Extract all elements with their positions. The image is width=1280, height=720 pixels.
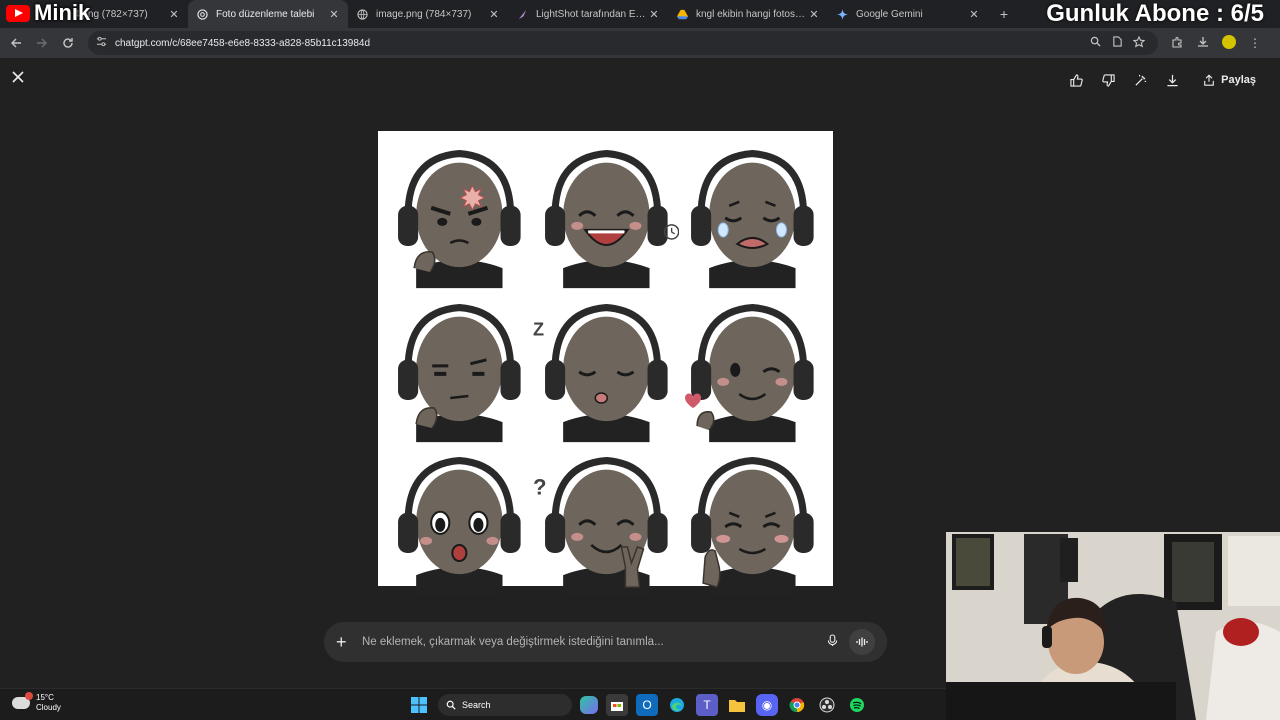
screen: 4.png (782×737) ✕ Foto düzenleme talebi …: [0, 0, 1280, 720]
file-explorer-icon[interactable]: [726, 694, 748, 716]
sticker-shocked: [386, 444, 533, 598]
page-icon[interactable]: [1106, 36, 1128, 50]
tab-title: Foto düzenleme talebi: [216, 8, 315, 20]
close-icon[interactable]: ✕: [488, 8, 500, 21]
edit-sparkle-icon[interactable]: [1129, 69, 1151, 91]
outlook-icon[interactable]: O: [636, 694, 658, 716]
store-icon[interactable]: [606, 694, 628, 716]
temperature: 15°C: [36, 693, 54, 702]
question-mark: ?: [533, 475, 547, 500]
thumbs-up-icon[interactable]: [1065, 69, 1087, 91]
drive-icon: [676, 8, 688, 20]
share-icon: [1204, 74, 1214, 86]
generated-image[interactable]: Z ?: [378, 131, 833, 596]
gemini-icon: [836, 8, 848, 20]
new-tab-button[interactable]: +: [994, 4, 1014, 24]
taskbar-search[interactable]: Search: [438, 694, 572, 716]
forward-button[interactable]: [30, 31, 54, 55]
channel-name: Minik: [34, 0, 91, 25]
waveform-icon: [856, 637, 868, 647]
chrome-icon[interactable]: [786, 694, 808, 716]
taskbar-apps: Search O T ◉: [408, 694, 868, 716]
microphone-icon[interactable]: [821, 634, 843, 650]
tab-title: LightShot tarafından Ekran Görüntüsü: [536, 8, 648, 20]
voice-mode-button[interactable]: [849, 629, 875, 655]
close-icon[interactable]: ✕: [968, 8, 980, 21]
tab-title: kngl ekibin hangi fotosu(hafif g: [696, 8, 808, 20]
address-bar[interactable]: chatgpt.com/c/68ee7458-e6e8-8333-a828-85…: [88, 31, 1158, 55]
sticker-peace: ?: [533, 444, 680, 598]
subscriber-counter: Gunluk Abone : 6/5: [1046, 0, 1264, 27]
obs-icon[interactable]: [816, 694, 838, 716]
close-icon[interactable]: ✕: [648, 8, 660, 21]
sleep-z-mark: Z: [533, 319, 544, 339]
copilot-icon[interactable]: [580, 696, 598, 714]
search-icon: [446, 700, 456, 710]
url-text: chatgpt.com/c/68ee7458-e6e8-8333-a828-85…: [115, 37, 371, 49]
close-viewer-icon[interactable]: [12, 70, 24, 88]
chatgpt-icon: [196, 8, 208, 20]
back-button[interactable]: [4, 31, 28, 55]
cloud-icon: [12, 692, 33, 709]
toolbar-actions: ⋮: [1166, 34, 1266, 52]
stream-overlay-channel: Minik: [6, 0, 90, 26]
tab-kngl[interactable]: kngl ekibin hangi fotosu(hafif g ✕: [668, 0, 828, 28]
sticker-winking: [679, 291, 826, 445]
close-icon[interactable]: ✕: [808, 8, 820, 21]
weather-widget[interactable]: 15°C Cloudy: [12, 692, 61, 713]
zoom-icon[interactable]: [1084, 36, 1106, 50]
sticker-angry: [386, 137, 533, 291]
weather-condition: Cloudy: [36, 703, 61, 712]
thumbs-down-icon[interactable]: [1097, 69, 1119, 91]
webcam-overlay: [946, 532, 1280, 720]
tab-foto-duzenleme[interactable]: Foto düzenleme talebi ✕: [188, 0, 348, 28]
sticker-crying: [679, 137, 826, 291]
youtube-icon: [6, 4, 30, 22]
close-icon[interactable]: ✕: [328, 8, 340, 21]
tab-lightshot[interactable]: LightShot tarafından Ekran Görüntüsü ✕: [508, 0, 668, 28]
sticker-sheet: Z ?: [386, 137, 826, 596]
edit-prompt-composer: + Ne eklemek, çıkarmak veya değiştirmek …: [324, 622, 887, 662]
extensions-icon[interactable]: [1166, 36, 1188, 51]
tab-image-png[interactable]: image.png (784×737) ✕: [348, 0, 508, 28]
viewer-actions: Paylaş: [1065, 67, 1266, 93]
close-icon[interactable]: ✕: [168, 8, 180, 21]
search-label: Search: [462, 700, 491, 710]
edge-icon[interactable]: [666, 694, 688, 716]
share-button[interactable]: Paylaş: [1193, 67, 1266, 93]
reload-button[interactable]: [56, 31, 80, 55]
menu-kebab-icon[interactable]: ⋮: [1244, 36, 1266, 50]
sticker-sleeping: Z: [533, 291, 680, 445]
download-image-icon[interactable]: [1161, 69, 1183, 91]
share-label: Paylaş: [1221, 74, 1256, 86]
tab-gemini[interactable]: Google Gemini ✕: [828, 0, 988, 28]
sticker-shy: [679, 444, 826, 598]
sticker-laughing: [533, 137, 680, 291]
sticker-skeptical: [386, 291, 533, 445]
browser-toolbar: chatgpt.com/c/68ee7458-e6e8-8333-a828-85…: [0, 28, 1280, 58]
tab-title: image.png (784×737): [376, 8, 472, 20]
prompt-input[interactable]: Ne eklemek, çıkarmak veya değiştirmek is…: [362, 636, 821, 648]
globe-icon: [356, 8, 368, 20]
windows-start-icon[interactable]: [408, 694, 430, 716]
site-info-icon[interactable]: [96, 36, 107, 50]
tab-title: Google Gemini: [856, 8, 923, 20]
feather-icon: [516, 8, 528, 20]
bookmark-star-icon[interactable]: [1128, 35, 1150, 51]
teams-icon[interactable]: T: [696, 694, 718, 716]
discord-icon[interactable]: ◉: [756, 694, 778, 716]
add-attachment-button[interactable]: +: [336, 632, 356, 653]
download-icon[interactable]: [1192, 36, 1214, 51]
spotify-icon[interactable]: [846, 694, 868, 716]
profile-avatar[interactable]: [1218, 34, 1240, 52]
